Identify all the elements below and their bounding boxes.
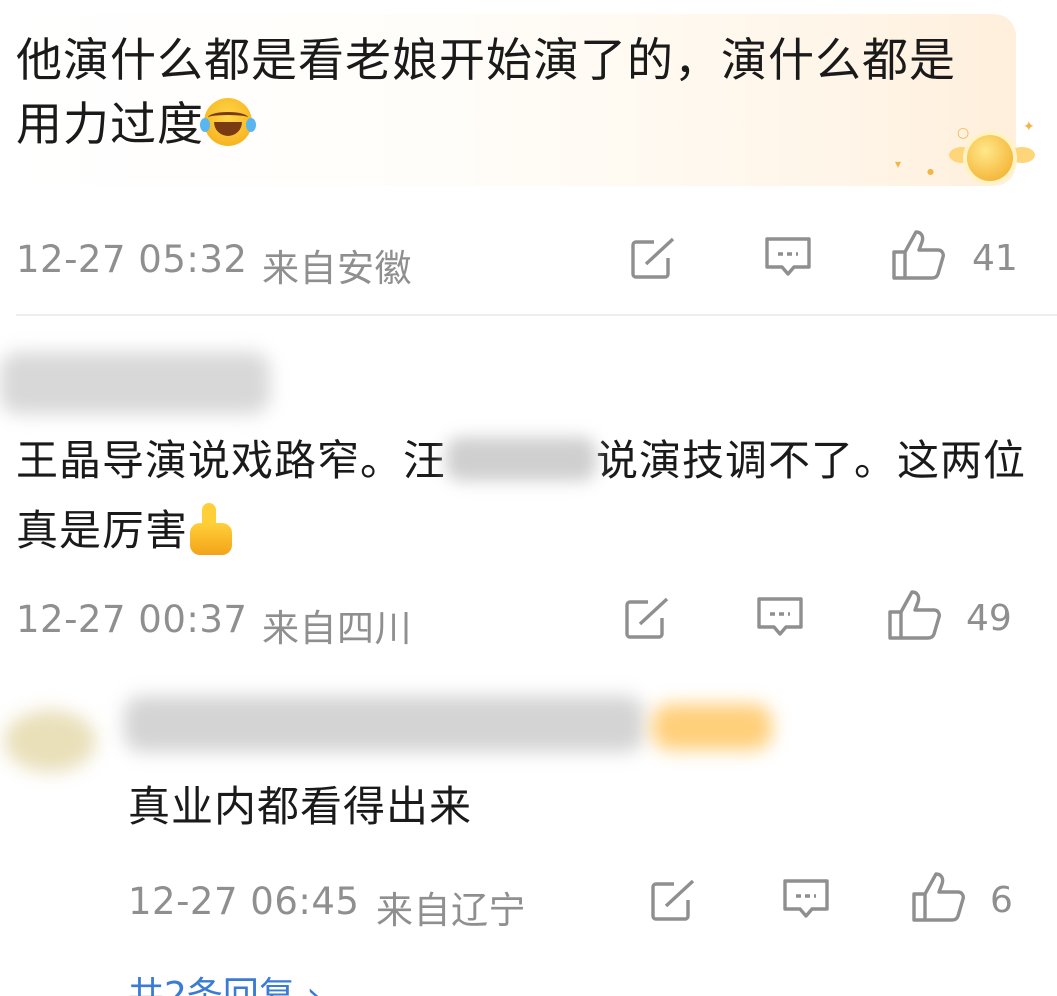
comment-icon[interactable] (780, 876, 832, 922)
thumbs-up-emoji-icon (188, 503, 236, 555)
comment-text-part: 王晶导演说戏路窄。汪 (16, 436, 447, 485)
share-icon[interactable] (650, 878, 700, 922)
comment-text: 王晶导演说戏路窄。汪 说演技调不了。这两位真是厉害 (16, 426, 1046, 566)
comment-time: 12-27 06:45 (128, 880, 360, 923)
like-count: 49 (966, 598, 1012, 639)
comment-location: 来自四川 (262, 607, 412, 650)
member-badge-icon: ○ ✦ ▾ ● (895, 119, 1035, 195)
divider (16, 314, 1057, 316)
comment-text: 他演什么都是看老娘开始演了的，演什么都是用力过度 (16, 28, 996, 156)
comment-icon[interactable] (762, 234, 814, 280)
share-icon[interactable] (624, 596, 674, 640)
view-replies-link[interactable]: 共2条回复 › (128, 966, 321, 996)
username[interactable] (124, 696, 644, 752)
like-count: 41 (972, 238, 1018, 279)
laughing-tears-emoji-icon (200, 98, 256, 146)
comment-time: 12-27 00:37 (16, 598, 248, 641)
redacted-name (446, 437, 597, 481)
avatar (0, 352, 270, 414)
like-icon[interactable] (890, 228, 948, 282)
avatar[interactable] (4, 710, 96, 772)
comment-text-content: 他演什么都是看老娘开始演了的，演什么都是用力过度 (16, 33, 956, 151)
comment-location: 来自安徽 (262, 247, 412, 290)
share-icon[interactable] (630, 236, 680, 280)
comment-text: 真业内都看得出来 (128, 782, 473, 831)
like-icon[interactable] (886, 588, 944, 642)
member-tag (652, 704, 772, 750)
like-count: 6 (990, 880, 1013, 921)
like-icon[interactable] (910, 870, 968, 924)
comment-list: 他演什么都是看老娘开始演了的，演什么都是用力过度 ○ ✦ ▾ ● 12-27 0… (0, 0, 1057, 996)
comment-icon[interactable] (754, 594, 806, 640)
comment-time: 12-27 05:32 (16, 238, 248, 281)
comment-location: 来自辽宁 (376, 889, 526, 932)
